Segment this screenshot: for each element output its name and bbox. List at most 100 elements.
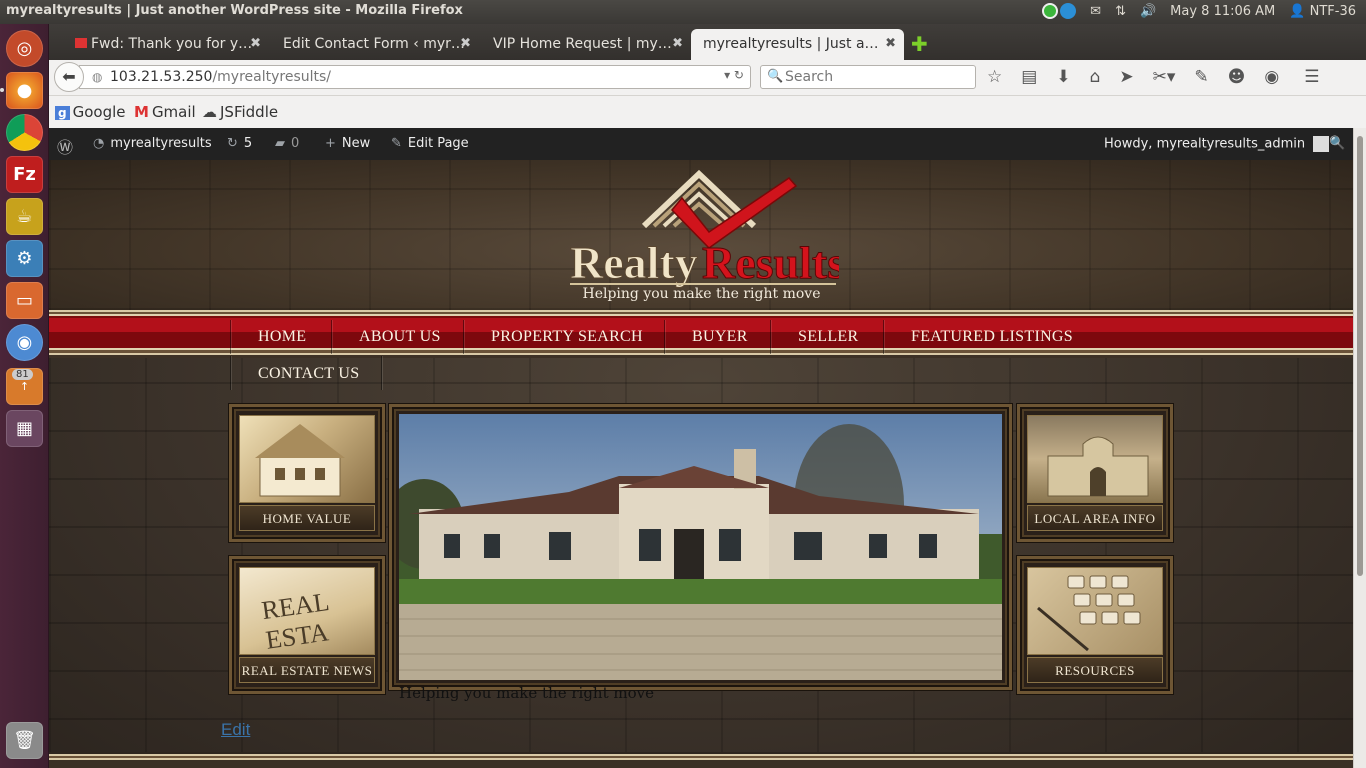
wp-search-icon[interactable]: 🔍 (1329, 136, 1345, 151)
home-icon[interactable]: ⌂ (1090, 67, 1101, 87)
color-picker-icon[interactable]: ◉ (1264, 67, 1279, 87)
tab-vip-home-request[interactable]: VIP Home Request | my… ✖ (471, 29, 691, 60)
wp-updates[interactable]: ↻ 5 (227, 136, 252, 151)
window-title: myrealtyresults | Just another WordPress… (6, 3, 463, 18)
chat-icon[interactable]: ☻ (1228, 67, 1246, 87)
logo-text-realty: Realty (570, 237, 698, 288)
volume-icon[interactable]: 🔊 (1140, 4, 1156, 19)
scrollbar-thumb[interactable] (1357, 136, 1363, 576)
tab-edit-contact-form[interactable]: Edit Contact Form ‹ myr… ✖ (261, 29, 479, 60)
tile-resources[interactable]: RESOURCES (1017, 556, 1173, 694)
menu-item-about-us[interactable]: ABOUT US (359, 328, 441, 346)
close-tab-icon[interactable]: ✖ (460, 36, 471, 51)
chromium-icon[interactable]: ◉ (6, 324, 43, 361)
newspaper-image: REAL ESTA (239, 567, 375, 655)
alamo-image (1027, 415, 1163, 503)
screenshot-icon[interactable]: ✂▾ (1153, 67, 1176, 87)
firefox-icon[interactable]: ● (6, 72, 43, 109)
running-indicator (0, 88, 4, 92)
wp-comments[interactable]: ▰ 0 (275, 136, 299, 151)
search-icon: 🔍 (767, 69, 784, 84)
browser-indicator-icon[interactable] (1060, 3, 1077, 19)
pen-icon[interactable]: ✎ (1194, 67, 1208, 87)
system-indicators[interactable]: ✉ ⇅ 🔊 May 8 11:06 AM 👤 NTF-36 (1042, 3, 1356, 19)
page-viewport: Ⓦ ◔ myrealtyresults ↻ 5 ▰ 0 + New ✎ Edit Page… (49, 128, 1353, 768)
close-tab-icon[interactable]: ✖ (885, 36, 896, 51)
menu-separator (381, 356, 382, 390)
chrome-icon[interactable] (6, 114, 43, 151)
mail-icon[interactable]: ✉ (1090, 4, 1101, 19)
tile-home-value[interactable]: HOME VALUE (229, 404, 385, 542)
reading-list-icon[interactable]: ▤ (1021, 67, 1037, 87)
reload-icon[interactable]: ▾ ↻ (724, 68, 744, 82)
wp-edit-page[interactable]: ✎ Edit Page (391, 136, 469, 151)
wp-new[interactable]: + New (325, 136, 370, 151)
tile-label: HOME VALUE (239, 505, 375, 531)
url-bar[interactable]: ◍ 103.21.53.250/myrealtyresults/ ▾ ↻ (79, 65, 751, 89)
menu-item-contact-us[interactable]: CONTACT US (258, 365, 359, 383)
status-indicator-icon[interactable] (1042, 3, 1059, 19)
network-icon[interactable]: ⇅ (1115, 4, 1126, 19)
tile-label: LOCAL AREA INFO (1027, 505, 1163, 531)
bookmark-gmail[interactable]: M Gmail (134, 103, 196, 121)
menu-item-home[interactable]: HOME (258, 328, 306, 346)
back-button[interactable]: ⬅ (54, 62, 84, 92)
wp-account-menu[interactable]: Howdy, myrealtyresults_admin (1104, 136, 1330, 152)
software-updater-icon[interactable]: 81 ↑ (6, 368, 43, 405)
edit-link[interactable]: Edit (221, 720, 250, 740)
tile-local-area-info[interactable]: LOCAL AREA INFO (1017, 404, 1173, 542)
tab-myrealtyresults[interactable]: myrealtyresults | Just a… ✖ (691, 29, 904, 60)
site-tagline: Helping you make the right move (582, 286, 821, 302)
menu-item-seller[interactable]: SELLER (798, 328, 858, 346)
workspace-switcher-icon[interactable]: ▦ (6, 410, 43, 447)
ubuntu-launcher: ◎ ● Fz ☕ ⚙ ▭ ◉ 81 ↑ ▦ 🗑 (0, 24, 49, 768)
footer-border (49, 752, 1353, 768)
tab-gmail[interactable]: Fwd: Thank you for y… ✖ (69, 29, 269, 60)
google-icon: g (55, 106, 70, 120)
tile-label: REAL ESTATE NEWS (239, 657, 375, 683)
navigation-toolbar: ◍ 103.21.53.250/myrealtyresults/ ▾ ↻ ⬅ 🔍… (49, 60, 1366, 96)
page-scrollbar[interactable] (1353, 128, 1366, 768)
site-header: Realty Results Helping you make the righ… (49, 160, 1353, 310)
menu-separator (230, 356, 231, 390)
main-menu: HOME ABOUT US PROPERTY SEARCH BUYER SELL… (49, 310, 1353, 358)
avatar (1313, 136, 1330, 152)
hero-slider[interactable] (389, 404, 1012, 690)
user-menu[interactable]: 👤 NTF-36 (1289, 4, 1356, 19)
realty-results-logo[interactable]: Realty Results (564, 166, 839, 306)
wp-admin-bar: Ⓦ ◔ myrealtyresults ↻ 5 ▰ 0 + New ✎ Edit Page… (49, 128, 1353, 160)
send-icon[interactable]: ➤ (1119, 67, 1133, 87)
teapot-app-icon[interactable]: ☕ (6, 198, 43, 235)
gmail-icon: M (134, 103, 149, 121)
ubuntu-dash-icon[interactable]: ◎ (6, 30, 43, 67)
bookmark-jsfiddle[interactable]: ☁ JSFiddle (202, 103, 278, 121)
close-tab-icon[interactable]: ✖ (672, 36, 683, 51)
close-tab-icon[interactable]: ✖ (250, 36, 261, 51)
wp-site-name[interactable]: ◔ myrealtyresults (93, 136, 212, 151)
tile-label: RESOURCES (1027, 657, 1163, 683)
trash-icon[interactable]: 🗑 (6, 722, 43, 759)
bookmark-star-icon[interactable]: ☆ (987, 67, 1002, 87)
bookmark-google[interactable]: g Google (55, 103, 126, 121)
tile-real-estate-news[interactable]: REAL ESTA REAL ESTATE NEWS (229, 556, 385, 694)
slider-caption: Helping you make the right move (399, 684, 654, 702)
files-icon[interactable]: ▭ (6, 282, 43, 319)
menu-item-property-search[interactable]: PROPERTY SEARCH (491, 328, 643, 346)
menu-item-buyer[interactable]: BUYER (692, 328, 748, 346)
calculator-image (1027, 567, 1163, 655)
search-input[interactable]: 🔍 Search (760, 65, 976, 89)
menu-separator (463, 320, 464, 354)
wp-logo-icon[interactable]: Ⓦ (57, 134, 73, 158)
menu-separator (770, 320, 771, 354)
settings-app-icon[interactable]: ⚙ (6, 240, 43, 277)
updates-icon: ↻ (227, 136, 238, 151)
downloads-icon[interactable]: ⬇ (1056, 67, 1070, 87)
pencil-icon: ✎ (391, 136, 402, 151)
new-tab-icon[interactable]: ✚ (911, 32, 928, 56)
clock[interactable]: May 8 11:06 AM (1170, 4, 1275, 19)
menu-icon[interactable]: ☰ (1304, 67, 1319, 87)
filezilla-icon[interactable]: Fz (6, 156, 43, 193)
menu-separator (331, 320, 332, 354)
menu-item-featured-listings[interactable]: FEATURED LISTINGS (911, 328, 1073, 346)
globe-icon: ◍ (92, 70, 103, 84)
